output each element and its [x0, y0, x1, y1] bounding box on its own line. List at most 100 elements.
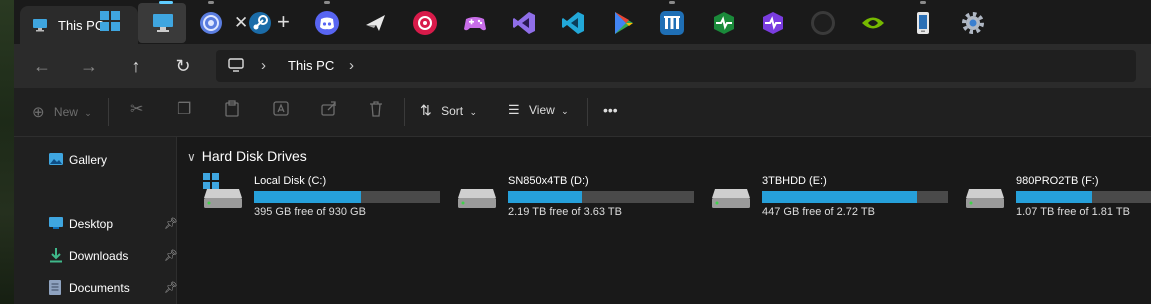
command-bar: ⊕ New ⌄ ✂ ❐ ⇅ Sort ⌄ ☰ View ⌄ •••: [14, 88, 1151, 137]
chevron-right-icon[interactable]: ›: [349, 57, 354, 74]
drive-name: 3TBHDD (E:): [762, 175, 827, 187]
desktop-wallpaper: [0, 0, 14, 304]
navigation-bar: ← → ↑ ↻ › This PC ›: [14, 44, 1151, 88]
vscode-icon[interactable]: [560, 10, 586, 36]
usage-fill: [508, 191, 582, 203]
breadcrumb-this-pc[interactable]: This PC: [288, 58, 334, 73]
running-indicator: [208, 1, 214, 4]
sidebar-item-label: Downloads: [69, 249, 129, 263]
pin-icon[interactable]: 📌︎: [164, 217, 178, 230]
share-icon[interactable]: [321, 100, 337, 120]
hard-drive-icon: [458, 189, 496, 208]
usage-bar: [508, 191, 694, 203]
nvidia-icon[interactable]: [860, 10, 886, 36]
running-indicator: [669, 1, 675, 4]
file-explorer-taskbar-icon[interactable]: [150, 10, 176, 36]
pulse-app-icon[interactable]: [760, 10, 786, 36]
play-store-icon[interactable]: [611, 10, 637, 36]
new-tab-icon[interactable]: +: [277, 9, 290, 35]
desktop-icon: [49, 217, 63, 229]
view-list-icon: ☰: [508, 102, 520, 117]
up-arrow-icon[interactable]: ↑: [122, 52, 150, 80]
heart-monitor-icon[interactable]: [711, 10, 737, 36]
usage-bar: [762, 191, 948, 203]
drive-free-space: 2.19 TB free of 3.63 TB: [508, 206, 622, 218]
drive-item[interactable]: SN850x4TB (D:) 2.19 TB free of 3.63 TB: [445, 173, 695, 223]
chevron-right-icon[interactable]: ›: [261, 57, 266, 74]
tab-title: This PC: [58, 18, 105, 33]
drive-name: 980PRO2TB (F:): [1016, 175, 1099, 187]
drive-free-space: 447 GB free of 2.72 TB: [762, 206, 875, 218]
drive-free-space: 1.07 TB free of 1.81 TB: [1016, 206, 1130, 218]
drive-item[interactable]: Local Disk (C:) 395 GB free of 930 GB: [191, 173, 441, 223]
content-pane: ∨ Hard Disk Drives Local Disk (C:) 395 GB…: [177, 137, 1151, 304]
copy-icon[interactable]: ❐: [177, 99, 191, 119]
game-controller-icon[interactable]: [462, 10, 488, 36]
chevron-down-icon: ⌄: [84, 108, 92, 118]
view-label: View: [529, 103, 555, 117]
more-options-button[interactable]: •••: [603, 102, 618, 122]
phone-link-icon[interactable]: [910, 10, 936, 36]
usage-bar: [254, 191, 440, 203]
delete-icon[interactable]: [369, 100, 383, 120]
divider: [587, 98, 588, 126]
usage-bar: [1016, 191, 1151, 203]
view-button[interactable]: ☰ View ⌄: [508, 102, 569, 122]
tab-this-pc[interactable]: This PC: [20, 6, 138, 44]
chart-app-icon[interactable]: [659, 10, 685, 36]
steam-icon[interactable]: [247, 10, 273, 36]
title-bar: This PC ✕ +: [14, 0, 1151, 44]
hard-drive-icon: [712, 189, 750, 208]
address-bar[interactable]: › This PC ›: [216, 50, 1136, 82]
settings-gear-icon[interactable]: [960, 10, 986, 36]
back-arrow-icon[interactable]: ←: [28, 52, 56, 80]
windows-start-icon[interactable]: [100, 11, 120, 31]
chevron-down-icon: ⌄: [469, 107, 477, 117]
new-button[interactable]: ⊕ New ⌄: [32, 102, 92, 122]
sort-label: Sort: [441, 104, 464, 118]
settings-circle-icon[interactable]: [198, 10, 224, 36]
hard-drive-icon: [204, 189, 242, 208]
media-player-icon[interactable]: [412, 10, 438, 36]
section-title: Hard Disk Drives: [201, 148, 307, 164]
forward-arrow-icon[interactable]: →: [75, 52, 103, 80]
drive-name: SN850x4TB (D:): [508, 175, 589, 187]
drive-item[interactable]: 3TBHDD (E:) 447 GB free of 2.72 TB: [699, 173, 949, 223]
drive-name: Local Disk (C:): [254, 175, 327, 187]
running-indicator: [920, 1, 926, 4]
paste-icon[interactable]: [225, 100, 239, 120]
new-label: New: [53, 105, 78, 119]
rename-icon[interactable]: [273, 100, 289, 120]
obs-icon[interactable]: [810, 10, 836, 36]
refresh-icon[interactable]: ↻: [169, 52, 197, 80]
pin-icon[interactable]: 📌︎: [164, 249, 178, 262]
usage-fill: [254, 191, 361, 203]
divider: [108, 98, 109, 126]
file-explorer-window: This PC ✕ + ← → ↑ ↻ › This PC › ⊕ New ⌄ …: [14, 0, 1151, 304]
airplane-icon[interactable]: [363, 10, 389, 36]
running-indicator: [324, 1, 330, 4]
pin-icon[interactable]: 📌︎: [164, 281, 178, 294]
gallery-icon: [49, 153, 63, 165]
sort-arrows-icon: ⇅: [420, 102, 432, 118]
drive-free-space: 395 GB free of 930 GB: [254, 206, 366, 218]
usage-fill: [762, 191, 918, 203]
sort-button[interactable]: ⇅ Sort ⌄: [420, 102, 477, 122]
section-header[interactable]: ∨ Hard Disk Drives: [187, 148, 307, 164]
discord-icon[interactable]: [314, 10, 340, 36]
monitor-outline-icon: [228, 58, 244, 72]
cut-icon[interactable]: ✂: [130, 99, 143, 119]
hard-drive-icon: [966, 189, 1004, 208]
plus-circle-icon: ⊕: [32, 104, 45, 121]
chevron-down-icon: ⌄: [561, 106, 569, 116]
sidebar-item-label: Desktop: [69, 217, 114, 231]
divider: [404, 98, 405, 126]
download-arrow-icon: [50, 248, 62, 263]
visual-studio-icon[interactable]: [511, 10, 537, 36]
active-indicator: [159, 1, 173, 4]
usage-fill: [1016, 191, 1093, 203]
chevron-down-icon[interactable]: ∨: [187, 150, 196, 164]
drive-item[interactable]: 980PRO2TB (F:) 1.07 TB free of 1.81 TB: [953, 173, 1151, 223]
document-icon: [49, 280, 61, 295]
navigation-pane: Gallery Desktop 📌︎ Downloads 📌︎ Document…: [14, 137, 178, 304]
